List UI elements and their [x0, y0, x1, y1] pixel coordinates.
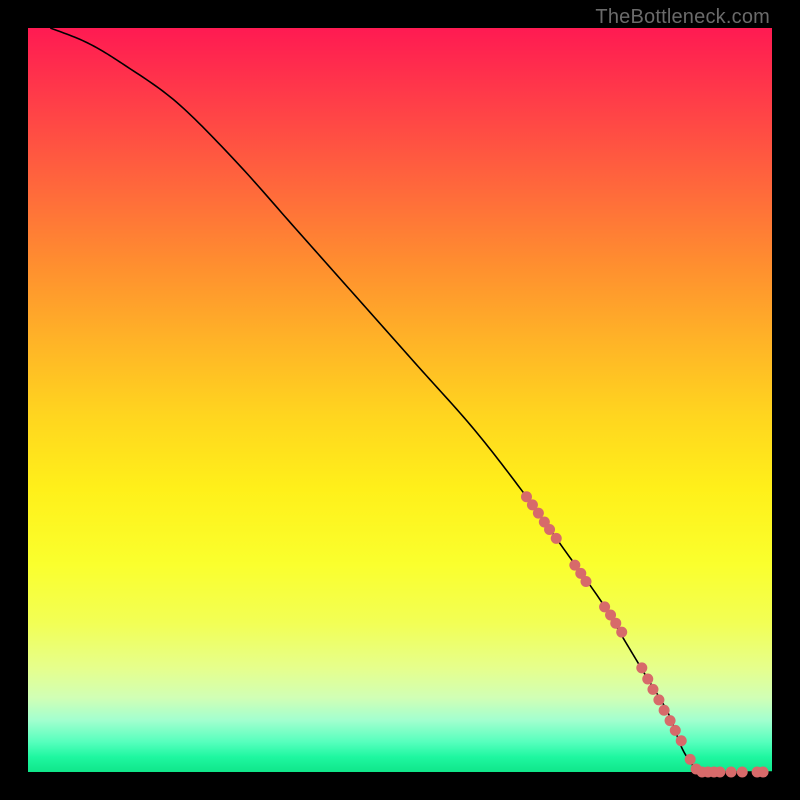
data-marker — [642, 674, 653, 685]
data-marker — [676, 735, 687, 746]
data-marker — [647, 684, 658, 695]
data-marker — [758, 767, 769, 778]
data-marker — [726, 767, 737, 778]
data-marker — [581, 576, 592, 587]
data-marker — [551, 533, 562, 544]
data-marker — [653, 694, 664, 705]
data-marker — [737, 767, 748, 778]
data-marker — [616, 627, 627, 638]
data-marker — [665, 715, 676, 726]
data-marker — [714, 767, 725, 778]
data-marker — [544, 524, 555, 535]
data-marker — [670, 725, 681, 736]
watermark-text: TheBottleneck.com — [595, 6, 770, 29]
marker-group — [521, 491, 769, 777]
data-marker — [636, 662, 647, 673]
main-curve — [50, 28, 697, 772]
data-marker — [659, 705, 670, 716]
curve-svg — [28, 28, 772, 772]
data-marker — [533, 508, 544, 519]
plot-area — [28, 28, 772, 772]
data-marker — [685, 754, 696, 765]
chart-frame: TheBottleneck.com — [0, 0, 800, 800]
